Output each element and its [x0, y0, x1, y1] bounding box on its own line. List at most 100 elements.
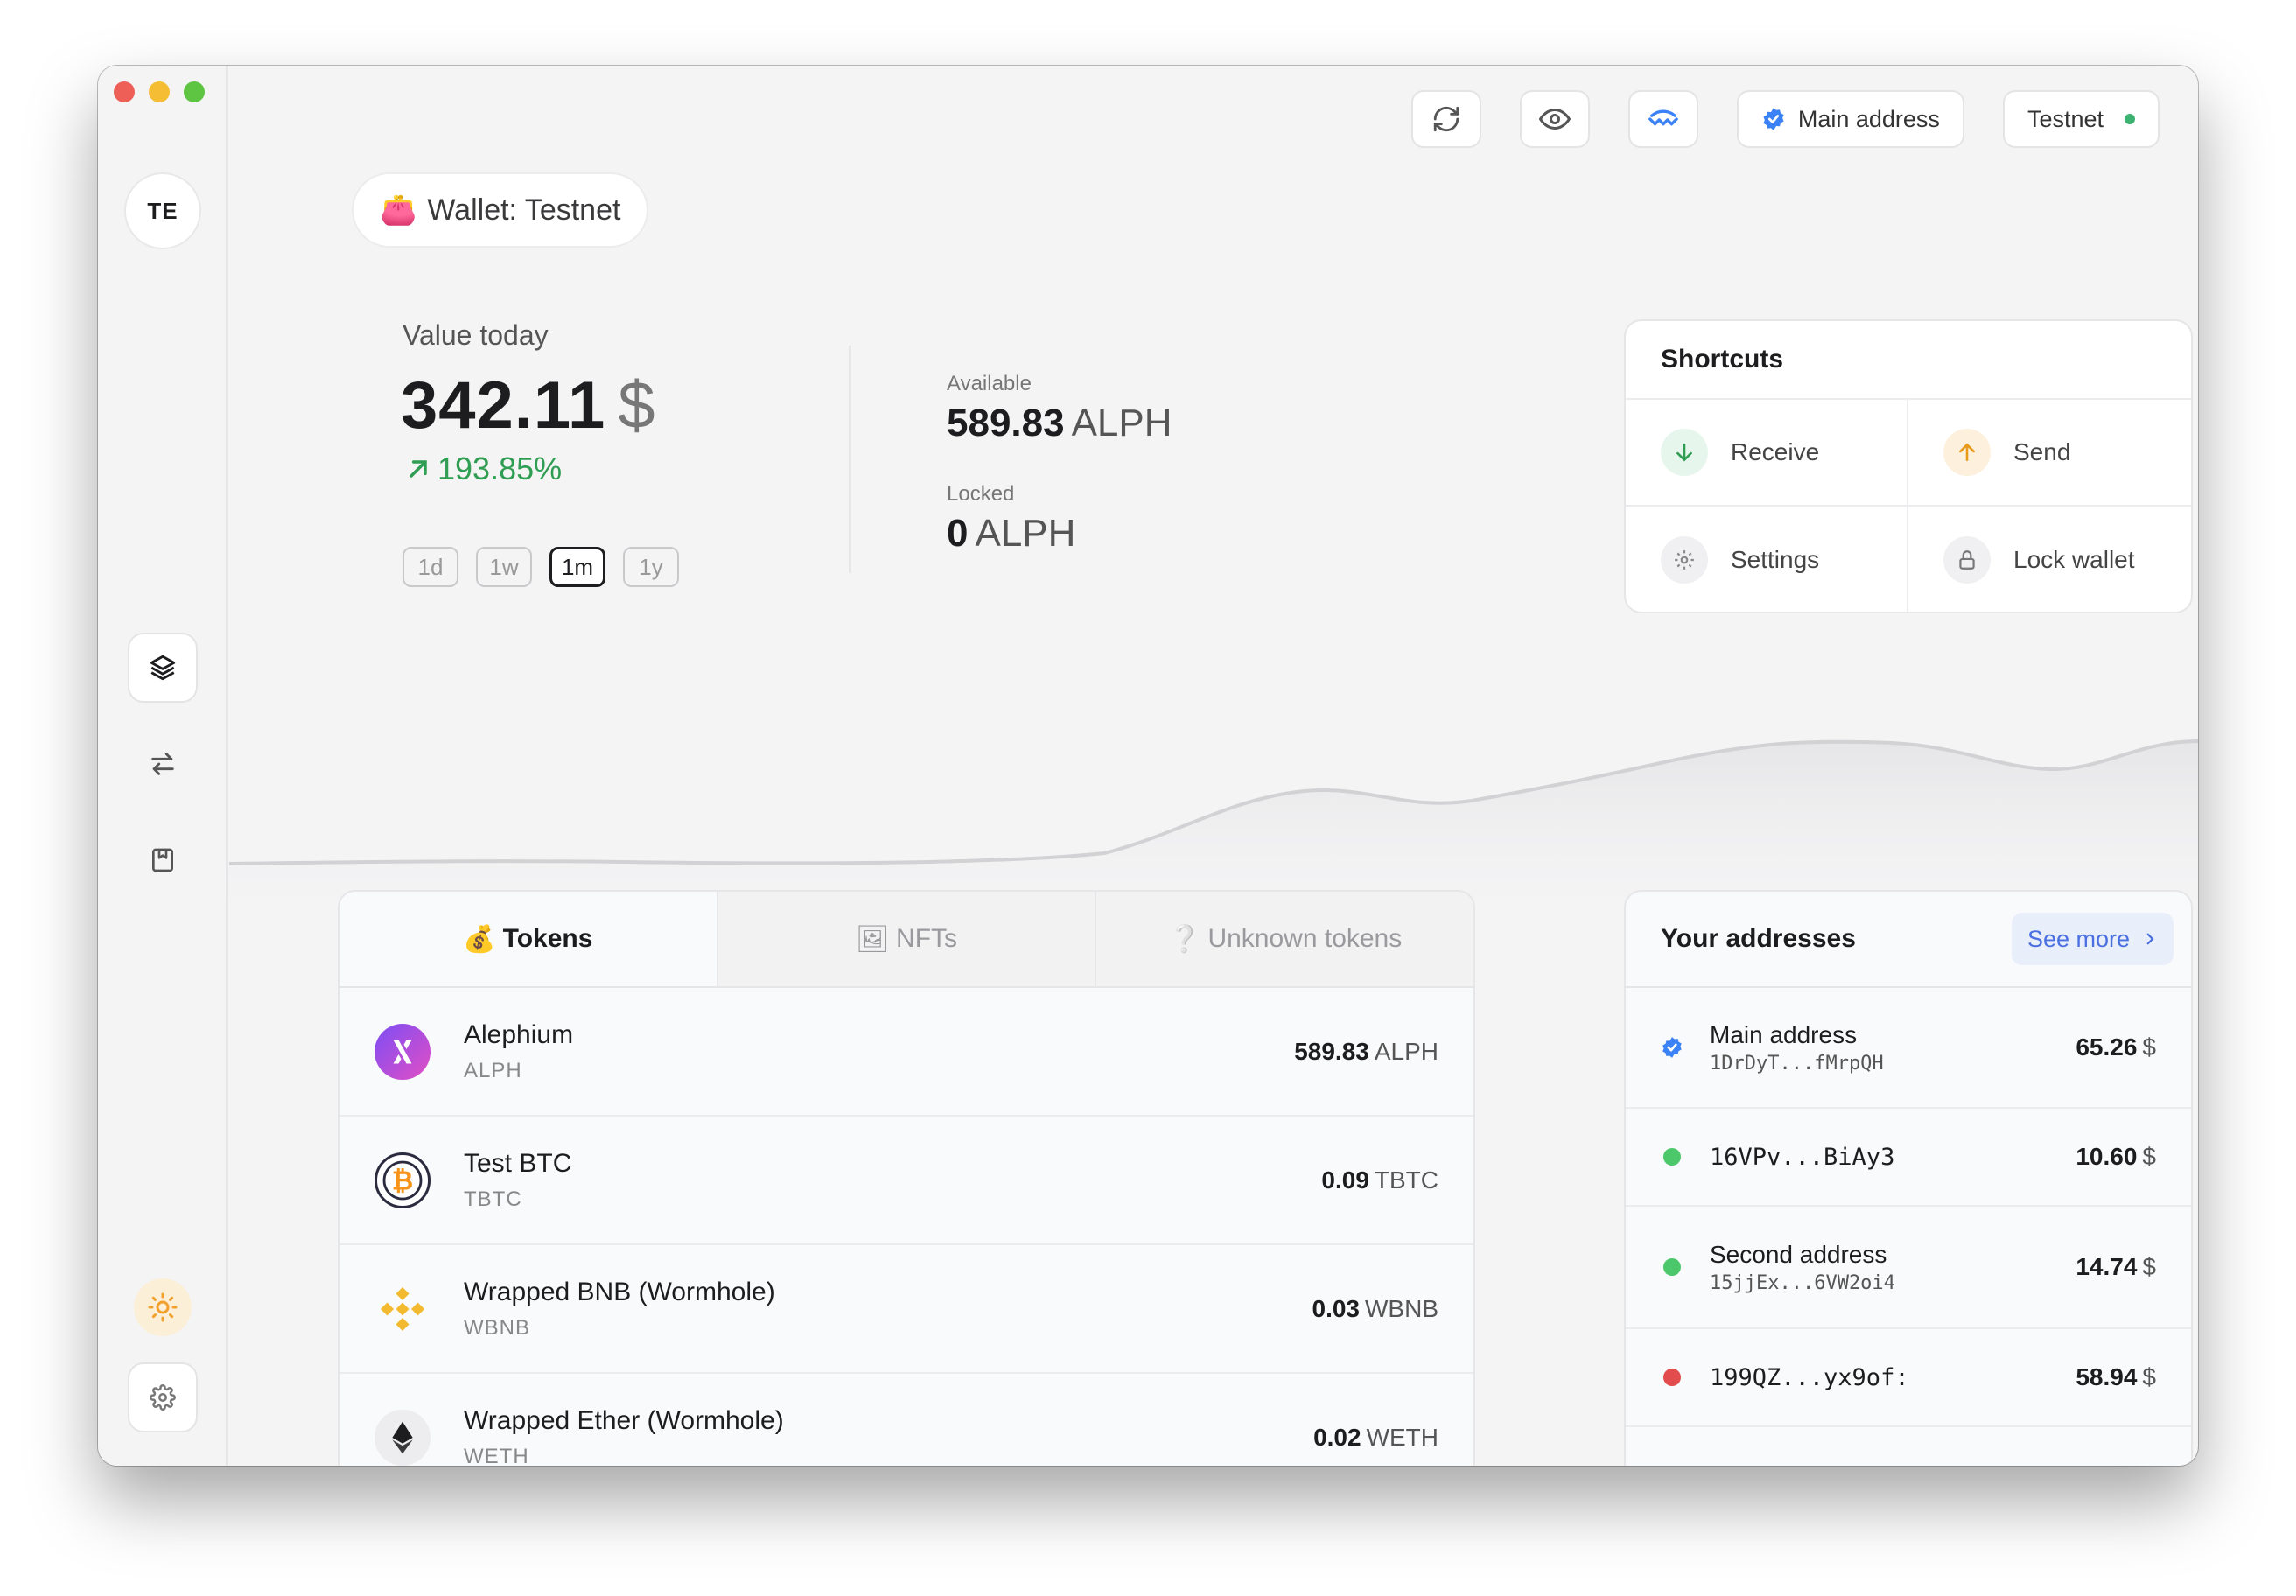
token-row[interactable]: Wrapped BNB (Wormhole) WBNB 0.03 WBNB	[340, 1245, 1474, 1374]
send-shortcut-button[interactable]: Send	[1908, 400, 2191, 507]
value-change: 193.85%	[404, 451, 562, 487]
close-window-button[interactable]	[114, 81, 135, 102]
bnb-logo-icon	[374, 1281, 430, 1337]
receive-shortcut-button[interactable]: Receive	[1626, 400, 1908, 507]
bookmark-book-icon	[152, 848, 173, 872]
settings-shortcut-button[interactable]: Settings	[1626, 507, 1908, 612]
token-row[interactable]: ₿ Test BTC TBTC 0.09 TBTC	[340, 1116, 1474, 1245]
token-symbol: WETH	[464, 1444, 529, 1466]
locked-balance: 0 ALPH	[947, 512, 1075, 556]
main-address-button[interactable]: Main address	[1736, 90, 1964, 148]
lock-wallet-label: Lock wallet	[2013, 546, 2135, 573]
main-address-label: Main address	[1797, 105, 1940, 132]
time-range-selector: 1d 1w 1m 1y	[402, 547, 679, 587]
locked-amount: 0	[947, 512, 969, 555]
address-book-nav-button[interactable]	[128, 825, 198, 895]
address-color-dot	[1661, 1258, 1684, 1276]
token-balance: 0.03 WBNB	[1312, 1294, 1439, 1322]
network-selector[interactable]: Testnet	[2002, 90, 2160, 148]
lock-icon	[1943, 536, 1991, 584]
receive-label: Receive	[1731, 438, 1820, 466]
verified-badge-icon	[1763, 108, 1784, 130]
layers-icon	[150, 654, 176, 681]
token-balance: 589.83 ALPH	[1294, 1037, 1438, 1065]
token-row[interactable]: Wrapped Ether (Wormhole) WETH 0.02 WETH	[340, 1374, 1474, 1466]
token-balance: 0.02 WETH	[1313, 1423, 1438, 1451]
picture-frame-icon: 🖼	[855, 924, 890, 954]
value-today-label: Value today	[402, 319, 549, 351]
lock-wallet-shortcut-button[interactable]: Lock wallet	[1908, 507, 2191, 612]
walletconnect-button[interactable]	[1628, 90, 1698, 148]
address-label: Main address	[1710, 1020, 1858, 1048]
eye-icon	[1538, 108, 1571, 130]
app-window: TE Main address Testnet 👛 Wallet: Testne…	[98, 66, 2198, 1466]
available-balance: 589.83 ALPH	[947, 402, 1172, 445]
tab-nfts[interactable]: 🖼 NFTs	[716, 892, 1096, 986]
address-value: 10.60 $	[2076, 1143, 2156, 1170]
gear-icon	[150, 1384, 176, 1410]
gear-icon	[1661, 536, 1708, 584]
tab-tokens[interactable]: 💰 Tokens	[340, 892, 717, 986]
arrow-up-right-icon	[410, 460, 427, 478]
wallet-avatar[interactable]: TE	[124, 172, 201, 249]
minimize-window-button[interactable]	[149, 81, 170, 102]
walletconnect-icon	[1648, 109, 1678, 126]
main-content: Main address Testnet 👛 Wallet: Testnet V…	[229, 66, 2198, 1466]
transfers-nav-button[interactable]	[128, 729, 198, 799]
range-1y-button[interactable]: 1y	[623, 547, 679, 587]
addresses-panel: Your addresses See more Main address 1Dr…	[1624, 890, 2193, 1466]
wallet-name-pill[interactable]: 👛 Wallet: Testnet	[352, 172, 649, 248]
token-symbol: TBTC	[464, 1186, 522, 1211]
address-hash: 15jjEx...6VW2oi4	[1710, 1271, 1895, 1294]
token-name: Alephium	[464, 1019, 574, 1049]
purse-icon: 👛	[380, 193, 417, 227]
address-value: 65.26 $	[2076, 1033, 2156, 1060]
address-color-dot	[1661, 1368, 1684, 1386]
see-more-button[interactable]: See more	[2011, 913, 2174, 965]
discreet-mode-button[interactable]	[1519, 90, 1590, 148]
total-value: 342.11 $	[401, 368, 656, 444]
zoom-window-button[interactable]	[184, 81, 205, 102]
money-bag-icon: 💰	[463, 924, 496, 954]
ethereum-logo-icon	[374, 1409, 430, 1466]
network-label: Testnet	[2026, 105, 2104, 132]
address-label: Second address	[1710, 1240, 1887, 1268]
overview-divider	[849, 346, 850, 573]
total-value-amount: 342.11	[401, 368, 606, 443]
available-amount: 589.83	[947, 402, 1065, 444]
address-hash: 1DrDyT...fMrpQH	[1710, 1052, 1884, 1074]
refresh-button[interactable]	[1410, 90, 1481, 148]
range-1w-button[interactable]: 1w	[476, 547, 532, 587]
shortcuts-title: Shortcuts	[1626, 321, 2191, 400]
theme-toggle-button[interactable]	[134, 1278, 192, 1336]
address-color-dot	[1661, 1148, 1684, 1166]
addresses-title: Your addresses	[1661, 924, 1856, 953]
address-row[interactable]: Second address 15jjEx...6VW2oi4 14.74 $	[1626, 1207, 2191, 1329]
range-1m-button[interactable]: 1m	[550, 547, 606, 587]
range-1d-button[interactable]: 1d	[402, 547, 458, 587]
arrows-swap-icon	[151, 752, 174, 775]
assets-panel: 💰 Tokens 🖼 NFTs ❔ Unknown tokens Alephiu	[338, 890, 1475, 1466]
settings-label: Settings	[1731, 546, 1820, 573]
address-hash: 199QZ...yx9of:	[1710, 1363, 1909, 1391]
value-change-percent: 193.85%	[438, 451, 563, 486]
sidebar-settings-button[interactable]	[128, 1362, 198, 1432]
address-row[interactable]: Main address 1DrDyT...fMrpQH 65.26 $	[1626, 988, 2191, 1109]
verified-badge-icon	[1661, 1035, 1684, 1060]
network-status-dot	[2124, 114, 2135, 124]
address-row[interactable]: 16VPv...BiAy3 10.60 $	[1626, 1109, 2191, 1207]
svg-text:₿: ₿	[392, 1166, 414, 1195]
token-row[interactable]: Alephium ALPH 589.83 ALPH	[340, 988, 1474, 1116]
overview-nav-button[interactable]	[128, 633, 198, 703]
send-label: Send	[2013, 438, 2071, 466]
arrow-up-icon	[1943, 429, 1991, 476]
assets-tabs: 💰 Tokens 🖼 NFTs ❔ Unknown tokens	[340, 892, 1474, 988]
token-symbol: ALPH	[464, 1058, 522, 1082]
question-mark-icon: ❔	[1168, 924, 1201, 954]
wallet-name-label: Wallet: Testnet	[427, 192, 621, 227]
address-row[interactable]: 199QZ...yx9of: 58.94 $	[1626, 1329, 2191, 1427]
window-controls	[114, 81, 205, 102]
token-name: Wrapped Ether (Wormhole)	[464, 1405, 784, 1435]
shortcuts-panel: Shortcuts Receive Send Settings Lock wal…	[1624, 319, 2193, 613]
tab-unknown-tokens[interactable]: ❔ Unknown tokens	[1095, 892, 1474, 986]
